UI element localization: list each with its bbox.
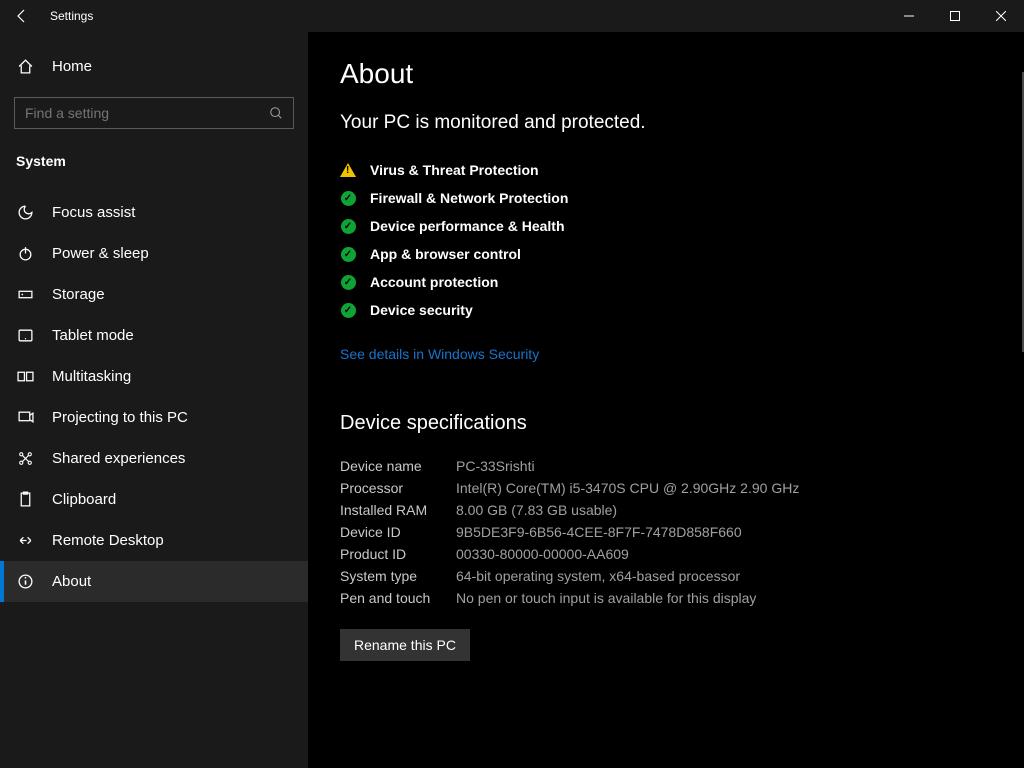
search-input[interactable] xyxy=(25,105,269,121)
nav-list: Notifications & actions Focus assist Power… xyxy=(0,185,308,768)
sidebar-item-label: Multitasking xyxy=(52,368,131,385)
storage-icon xyxy=(16,286,34,303)
sidebar-section-title: System xyxy=(0,143,308,185)
protection-item: Virus & Threat Protection xyxy=(340,156,992,184)
protection-item: App & browser control xyxy=(340,240,992,268)
sidebar-item-storage[interactable]: Storage xyxy=(0,274,308,315)
sidebar-item-label: Projecting to this PC xyxy=(52,409,188,426)
sidebar-item-label: Power & sleep xyxy=(52,245,149,262)
power-icon xyxy=(16,245,34,262)
spec-row: Product ID00330-80000-00000-AA609 xyxy=(340,543,992,565)
protection-label: Device security xyxy=(370,302,473,318)
remote-icon xyxy=(16,532,34,549)
sidebar-item-tablet[interactable]: Tablet mode xyxy=(0,315,308,356)
sidebar-item-label: Tablet mode xyxy=(52,327,134,344)
check-icon xyxy=(340,246,356,262)
sidebar: Home System Notifications & actions Focus… xyxy=(0,32,308,768)
titlebar: Settings xyxy=(0,0,1024,32)
protection-item: Device security xyxy=(340,296,992,324)
sidebar-item-shared[interactable]: Shared experiences xyxy=(0,438,308,479)
focus-icon xyxy=(16,204,34,221)
spec-key: Pen and touch xyxy=(340,590,456,606)
sidebar-item-label: Storage xyxy=(52,286,105,303)
sidebar-item-focus[interactable]: Focus assist xyxy=(0,192,308,233)
sidebar-home-label: Home xyxy=(52,58,92,75)
search-box[interactable] xyxy=(14,97,294,129)
spec-value: 8.00 GB (7.83 GB usable) xyxy=(456,502,617,518)
spec-row: System type64-bit operating system, x64-… xyxy=(340,565,992,587)
spec-key: Installed RAM xyxy=(340,502,456,518)
security-details-link[interactable]: See details in Windows Security xyxy=(340,346,539,362)
home-icon xyxy=(16,58,34,75)
spec-key: Product ID xyxy=(340,546,456,562)
project-icon xyxy=(16,409,34,426)
spec-row: Device ID9B5DE3F9-6B56-4CEE-8F7F-7478D85… xyxy=(340,521,992,543)
search-icon xyxy=(269,106,283,120)
shared-icon xyxy=(16,450,34,467)
spec-value: 9B5DE3F9-6B56-4CEE-8F7F-7478D858F660 xyxy=(456,524,742,540)
check-icon xyxy=(340,274,356,290)
check-icon xyxy=(340,190,356,206)
spec-row: Device namePC-33Srishti xyxy=(340,455,992,477)
maximize-button[interactable] xyxy=(932,0,978,32)
check-icon xyxy=(340,302,356,318)
protection-subtitle: Your PC is monitored and protected. xyxy=(340,112,992,134)
protection-label: Account protection xyxy=(370,274,498,290)
spec-row: Pen and touchNo pen or touch input is av… xyxy=(340,587,992,609)
spec-value: 00330-80000-00000-AA609 xyxy=(456,546,629,562)
sidebar-item-remote[interactable]: Remote Desktop xyxy=(0,520,308,561)
protection-label: App & browser control xyxy=(370,246,521,262)
spec-row: Installed RAM8.00 GB (7.83 GB usable) xyxy=(340,499,992,521)
spec-key: Device name xyxy=(340,458,456,474)
page-title: About xyxy=(340,58,992,90)
protection-list: Virus & Threat Protection Firewall & Netw… xyxy=(340,156,992,324)
sidebar-item-label: Focus assist xyxy=(52,204,135,221)
sidebar-item-notifications[interactable]: Notifications & actions xyxy=(0,185,308,192)
spec-key: Processor xyxy=(340,480,456,496)
multitask-icon xyxy=(16,368,34,385)
sidebar-item-label: About xyxy=(52,573,91,590)
spec-key: Device ID xyxy=(340,524,456,540)
spec-key: System type xyxy=(340,568,456,584)
specs-table: Device namePC-33SrishtiProcessorIntel(R)… xyxy=(340,455,992,609)
check-icon xyxy=(340,218,356,234)
sidebar-item-multitask[interactable]: Multitasking xyxy=(0,356,308,397)
warning-icon xyxy=(340,162,356,178)
sidebar-item-label: Remote Desktop xyxy=(52,532,164,549)
protection-label: Firewall & Network Protection xyxy=(370,190,568,206)
sidebar-item-project[interactable]: Projecting to this PC xyxy=(0,397,308,438)
protection-item: Firewall & Network Protection xyxy=(340,184,992,212)
about-icon xyxy=(16,573,34,590)
back-button[interactable] xyxy=(14,8,30,24)
spec-value: 64-bit operating system, x64-based proce… xyxy=(456,568,740,584)
spec-value: No pen or touch input is available for t… xyxy=(456,590,756,606)
spec-value: PC-33Srishti xyxy=(456,458,535,474)
tablet-icon xyxy=(16,327,34,344)
spec-row: ProcessorIntel(R) Core(TM) i5-3470S CPU … xyxy=(340,477,992,499)
sidebar-item-clipboard[interactable]: Clipboard xyxy=(0,479,308,520)
sidebar-item-label: Shared experiences xyxy=(52,450,185,467)
clipboard-icon xyxy=(16,491,34,508)
protection-label: Virus & Threat Protection xyxy=(370,162,539,178)
protection-label: Device performance & Health xyxy=(370,218,565,234)
content: About Your PC is monitored and protected… xyxy=(308,32,1024,768)
sidebar-item-power[interactable]: Power & sleep xyxy=(0,233,308,274)
spec-value: Intel(R) Core(TM) i5-3470S CPU @ 2.90GHz… xyxy=(456,480,799,496)
specs-title: Device specifications xyxy=(340,412,992,435)
protection-item: Account protection xyxy=(340,268,992,296)
minimize-button[interactable] xyxy=(886,0,932,32)
sidebar-home[interactable]: Home xyxy=(0,46,308,87)
close-button[interactable] xyxy=(978,0,1024,32)
sidebar-item-about[interactable]: About xyxy=(0,561,308,602)
protection-item: Device performance & Health xyxy=(340,212,992,240)
sidebar-item-label: Clipboard xyxy=(52,491,116,508)
rename-pc-button[interactable]: Rename this PC xyxy=(340,629,470,661)
window-title: Settings xyxy=(50,9,93,23)
